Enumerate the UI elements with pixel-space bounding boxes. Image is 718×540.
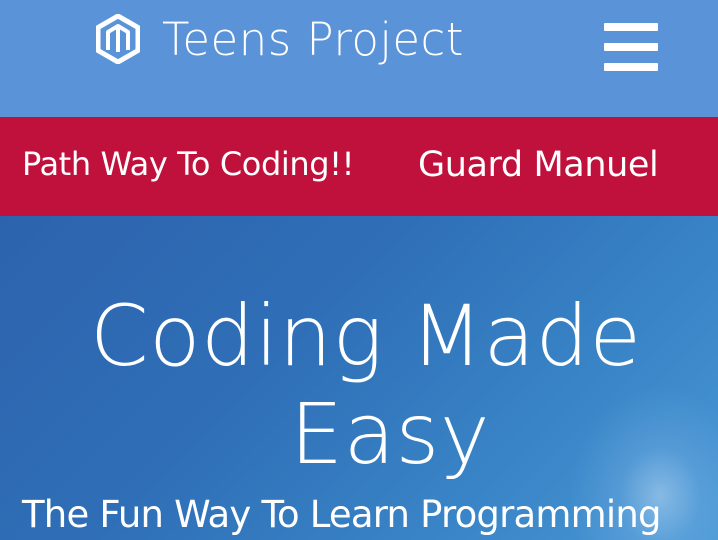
hero-title-line1: Coding Made <box>90 287 642 385</box>
announcement-banner: Path Way To Coding!! Guard Manuel <box>0 117 718 216</box>
hero-subtitle: The Fun Way To Learn Programming <box>22 493 662 536</box>
brand-title: Teens Project <box>162 12 464 66</box>
hero-section: Coding Made Easy The Fun Way To Learn Pr… <box>0 216 718 540</box>
menu-bar <box>604 63 658 71</box>
banner-tagline: Path Way To Coding!! <box>22 145 355 183</box>
menu-bar <box>604 23 658 31</box>
brand-link[interactable]: Teens Project <box>96 11 464 67</box>
hexagon-m-logo-icon <box>96 14 140 64</box>
menu-bar <box>604 43 658 51</box>
hamburger-menu-icon[interactable] <box>604 23 658 71</box>
hero-title-line2: Easy <box>290 385 491 483</box>
site-header: Teens Project <box>0 0 718 117</box>
page: Teens Project Path Way To Coding!! Guard… <box>0 0 718 540</box>
banner-author: Guard Manuel <box>418 145 659 185</box>
